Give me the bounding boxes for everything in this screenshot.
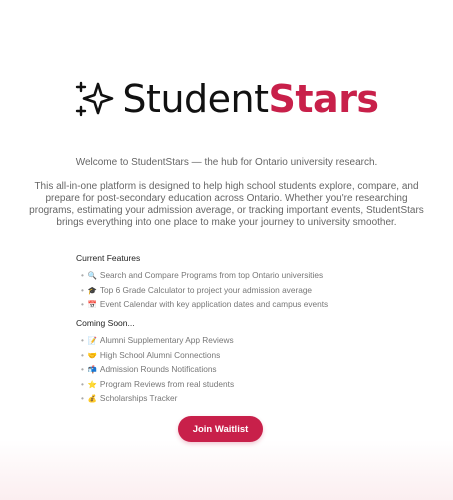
bullet-icon: •	[81, 393, 84, 404]
calendar-icon: 📅	[87, 300, 98, 310]
list-item: • 📬 Admission Rounds Notifications	[81, 362, 396, 377]
list-item: • 🔍 Search and Compare Programs from top O…	[81, 268, 396, 283]
mailbox-icon: 📬	[87, 365, 98, 375]
magnifier-icon: 🔍	[87, 271, 98, 280]
bullet-icon: •	[81, 378, 84, 389]
join-waitlist-button[interactable]: Join Waitlist	[178, 416, 263, 442]
coming-soon-section: Coming Soon... • 📝 Alumni Supplementary Ap…	[76, 318, 396, 406]
list-item-text: Top 6 Grade Calculator to project your a…	[99, 284, 313, 295]
graduation-cap-icon: 🎓	[87, 285, 98, 295]
current-features-heading: Current Features	[76, 253, 141, 263]
bullet-icon: •	[81, 284, 84, 295]
list-item: • 💰 Scholarships Tracker	[81, 391, 396, 406]
list-item: • 📅 Event Calendar with key application da…	[81, 297, 396, 312]
current-features-list: • 🔍 Search and Compare Programs from top O…	[76, 268, 396, 312]
brand-name-part1: Student	[122, 77, 269, 121]
bullet-icon: •	[81, 299, 84, 310]
list-item-text: Search and Compare Programs from top Ont…	[99, 270, 324, 280]
list-item: • 🎓 Top 6 Grade Calculator to project your…	[81, 283, 396, 298]
list-item-text: Program Reviews from real students	[99, 378, 235, 389]
money-bag-icon: 💰	[87, 394, 98, 404]
star-icon: ⭐	[87, 379, 98, 389]
list-item-text: Alumni Supplementary App Reviews	[99, 335, 234, 345]
logo: StudentStars	[0, 78, 453, 120]
list-item-text: Scholarships Tracker	[99, 393, 178, 404]
list-item-text: High School Alumni Connections	[99, 349, 221, 360]
welcome-text: Welcome to StudentStars — the hub for On…	[75, 157, 378, 168]
coming-soon-heading: Coming Soon...	[76, 318, 135, 328]
bullet-icon: •	[81, 270, 84, 280]
bullet-icon: •	[81, 335, 84, 345]
list-item-text: Admission Rounds Notifications	[99, 364, 217, 375]
list-item: • ⭐ Program Reviews from real students	[81, 377, 396, 392]
list-item: • 📝 Alumni Supplementary App Reviews	[81, 333, 396, 348]
memo-icon: 📝	[87, 336, 98, 345]
sparkles-icon	[76, 81, 114, 117]
handshake-icon: 🤝	[87, 350, 98, 360]
coming-soon-list: • 📝 Alumni Supplementary App Reviews • 🤝 Hig…	[76, 333, 396, 406]
bullet-icon: •	[81, 349, 84, 360]
list-item-text: Event Calendar with key application date…	[99, 299, 329, 310]
description-text: This all-in-one platform is designed to …	[29, 181, 424, 228]
brand-name-part2: Stars	[268, 77, 380, 121]
bullet-icon: •	[81, 364, 84, 375]
list-item: • 🤝 High School Alumni Connections	[81, 348, 396, 363]
current-features-section: Current Features • 🔍 Search and Compare Pr…	[76, 253, 396, 312]
brand-name: StudentStars	[122, 77, 380, 121]
